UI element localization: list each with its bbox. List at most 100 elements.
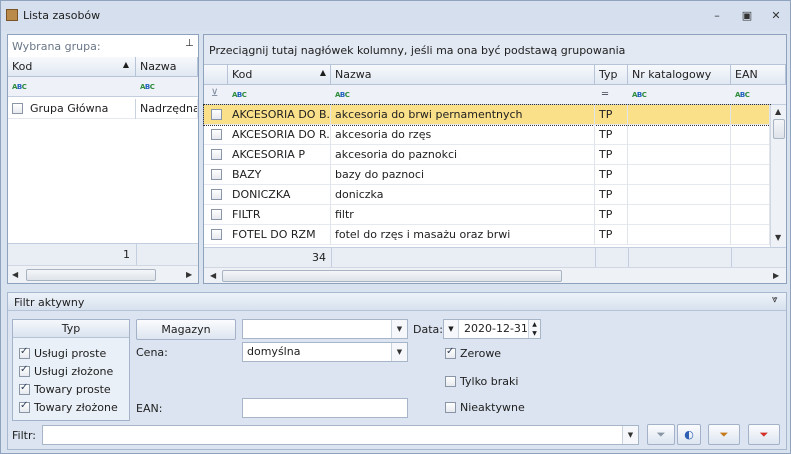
magazyn-button[interactable]: Magazyn	[136, 319, 236, 340]
horizontal-scrollbar[interactable]: ◀ ▶	[204, 267, 786, 283]
scroll-up-icon[interactable]: ▲	[775, 107, 781, 116]
scroll-left-icon[interactable]: ◀	[12, 270, 18, 279]
label-towary-proste: Towary proste	[34, 383, 111, 396]
sort-asc-icon: ▲	[122, 60, 129, 69]
cena-label: Cena:	[136, 346, 168, 359]
advanced-filter-icon[interactable]: ◐	[677, 424, 701, 445]
text-filter-icon: ABC	[232, 91, 247, 99]
column-header-indicator	[204, 65, 228, 85]
cell-empty	[628, 225, 731, 245]
table-row[interactable]: DONICZKA doniczka TP	[204, 185, 770, 205]
cell-typ: TP	[595, 205, 628, 225]
cell-nazwa: filtr	[331, 205, 595, 225]
checkbox-zerowe[interactable]	[445, 346, 456, 359]
cell-empty	[628, 185, 731, 205]
cell-nazwa: akcesoria do rzęs	[331, 125, 595, 145]
cell-empty	[731, 125, 770, 145]
scroll-thumb[interactable]	[773, 119, 785, 139]
date-input[interactable]: ▼ 2020-12-31 ▲ ▼	[443, 319, 541, 339]
scroll-right-icon[interactable]: ▶	[773, 271, 779, 280]
group-by-area[interactable]: Przeciągnij tutaj nagłówek kolumny, jeśl…	[204, 35, 786, 65]
ean-input[interactable]	[242, 398, 408, 418]
label-uslugi-zlozone: Usługi złożone	[34, 365, 114, 378]
group-panel: Wybrana grupa: ⊥ Kod ▲ Nazwa ABC ABC Gru…	[7, 34, 199, 284]
scroll-thumb[interactable]	[222, 270, 562, 282]
column-header-nazwa[interactable]: Nazwa	[331, 65, 595, 85]
table-row[interactable]: FOTEL DO RZM fotel do rzęs i masażu oraz …	[204, 225, 770, 245]
row-checkbox[interactable]	[211, 129, 222, 140]
cell-nazwa: akcesoria do brwi pernamentnych	[331, 105, 595, 125]
checkbox-uslugi-zlozone[interactable]	[19, 364, 30, 377]
table-row[interactable]: FILTR filtr TP	[204, 205, 770, 225]
cell-kod: AKCESORIA DO R...	[228, 125, 331, 145]
column-header-nr-katalogowy[interactable]: Nr katalogowy	[628, 65, 731, 85]
checkbox-tylko-braki[interactable]	[445, 376, 456, 387]
row-checkbox[interactable]	[211, 169, 222, 180]
magazyn-select[interactable]: ▼	[242, 319, 408, 339]
cell-empty	[628, 145, 731, 165]
table-row[interactable]: BAZY bazy do paznoci TP	[204, 165, 770, 185]
row-checkbox[interactable]	[211, 149, 222, 160]
label-tylko-braki: Tylko braki	[460, 375, 519, 388]
close-icon[interactable]: ✕	[769, 10, 783, 22]
checkbox-towary-proste[interactable]	[19, 382, 30, 395]
horizontal-scrollbar[interactable]: ◀ ▶	[8, 265, 198, 283]
table-row[interactable]: AKCESORIA Pakcesoria do paznokci TP	[204, 145, 770, 165]
column-header-kod[interactable]: Kod ▲	[228, 65, 331, 85]
checkbox-towary-zlozone[interactable]	[19, 400, 30, 413]
cell-kod: BAZY	[228, 165, 331, 185]
chevron-down-icon[interactable]: ▼	[622, 426, 638, 444]
scroll-left-icon[interactable]: ◀	[210, 271, 216, 280]
cell-nazwa: Nadrzędna G	[136, 99, 198, 119]
filter-wizard-icon[interactable]: ⏷	[708, 424, 740, 445]
chevron-down-icon[interactable]: ▼	[391, 320, 407, 338]
row-checkbox[interactable]	[211, 189, 222, 200]
column-header-nazwa[interactable]: Nazwa	[136, 57, 198, 77]
cena-select[interactable]: domyślna ▼	[242, 342, 408, 362]
cell-empty	[731, 145, 770, 165]
scroll-thumb[interactable]	[26, 269, 156, 281]
table-row[interactable]: AKCESORIA DO B... akcesoria do brwi perna…	[203, 104, 771, 126]
scroll-down-icon[interactable]: ▼	[775, 233, 781, 242]
filter-row[interactable]: ABC ABC	[8, 77, 198, 97]
cell-nazwa: doniczka	[331, 185, 595, 205]
text-filter-icon: ABC	[632, 91, 647, 99]
apply-filter-icon[interactable]: ⏷	[647, 424, 675, 445]
app-icon	[6, 9, 18, 21]
filter-row[interactable]: ⊻ ABC ABC ═ ABC ABC	[204, 85, 786, 105]
row-count: 34	[312, 251, 326, 264]
column-header-kod[interactable]: Kod ▲	[8, 57, 136, 77]
minimize-icon[interactable]: –	[710, 10, 724, 22]
filtr-input[interactable]: ▼	[42, 425, 639, 445]
restore-icon[interactable]: ▣	[740, 10, 754, 22]
cell-empty	[628, 205, 731, 225]
checkbox-uslugi-proste[interactable]	[19, 346, 30, 359]
checkbox-nieaktywne[interactable]	[445, 402, 456, 413]
clear-filter-icon[interactable]: ⏷	[748, 424, 780, 445]
collapse-icon[interactable]: ⩔	[772, 294, 778, 305]
filter-clear-icon[interactable]: ⊻	[211, 88, 218, 99]
date-dropdown-icon[interactable]: ▼	[444, 320, 459, 338]
window: Lista zasobów – ▣ ✕ Wybrana grupa: ⊥ Kod…	[0, 0, 791, 454]
row-checkbox[interactable]	[211, 209, 222, 220]
column-header-ean[interactable]: EAN	[731, 65, 786, 85]
filter-panel-header[interactable]: Filtr aktywny ⩔	[8, 293, 786, 311]
table-row[interactable]: AKCESORIA DO R... akcesoria do rzęs TP	[204, 125, 770, 145]
date-spinner-icon[interactable]: ▲ ▼	[528, 320, 540, 338]
row-checkbox[interactable]	[211, 229, 222, 240]
cell-typ: TP	[595, 105, 628, 125]
row-checkbox[interactable]	[211, 109, 222, 120]
cell-typ: TP	[595, 185, 628, 205]
table-row[interactable]: Grupa Główna Nadrzędna G	[8, 99, 198, 119]
filtr-label: Filtr:	[12, 429, 36, 442]
column-header-typ[interactable]: Typ	[595, 65, 628, 85]
ean-label: EAN:	[136, 402, 163, 415]
data-label: Data:	[413, 323, 443, 336]
chevron-down-icon[interactable]: ▼	[391, 343, 407, 361]
pin-icon[interactable]: ⊥	[185, 38, 194, 49]
vertical-scrollbar[interactable]: ▲ ▼	[770, 105, 786, 247]
scroll-right-icon[interactable]: ▶	[186, 270, 192, 279]
cell-kod: AKCESORIA P	[228, 145, 331, 165]
row-checkbox[interactable]	[12, 103, 23, 114]
text-filter-icon: ABC	[735, 91, 750, 99]
